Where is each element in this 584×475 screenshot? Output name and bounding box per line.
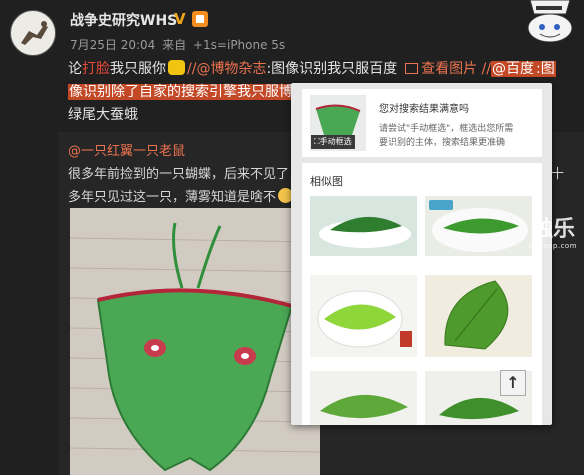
post-time[interactable]: 7月25日 20:04 — [70, 38, 155, 52]
avatar[interactable] — [10, 10, 56, 56]
hint-line-2: 要识别的主体，搜索结果更准确 — [379, 138, 506, 148]
scroll-to-top-button[interactable]: ↑ — [500, 370, 526, 396]
hint-line-1: 请尝试"手动框选"，框选出您所需 — [379, 124, 514, 134]
post-text-line-1: 论打脸我只服你//@博物杂志:图像识别我只服百度 查看图片 //@百度:图 — [68, 58, 556, 78]
view-image-link[interactable]: 查看图片 — [421, 61, 477, 77]
site-watermark: 触乐 chuapp.com — [528, 217, 578, 251]
moth-drawing-image[interactable] — [70, 208, 320, 475]
similar-image[interactable] — [425, 196, 532, 256]
similar-image[interactable] — [425, 275, 532, 357]
similar-image[interactable] — [310, 371, 417, 425]
mention-link-highlighted[interactable]: @百度 — [491, 61, 536, 77]
text-segment: 论 — [68, 61, 82, 77]
verified-icon: V — [174, 10, 186, 28]
text-segment: 十 — [551, 167, 565, 182]
source-prefix: 来自 — [162, 38, 187, 52]
post-text-line-3: 绿尾大蚕蛾 — [68, 107, 138, 123]
similar-image[interactable] — [310, 196, 417, 256]
text-segment: 我只服你 — [110, 61, 166, 77]
similar-image[interactable] — [310, 275, 417, 357]
quoted-text-line-1: 很多年前捡到的一只蝴蝶，后来不见了，大 十 — [68, 163, 564, 182]
quoted-author-link[interactable]: @一只红翼一只老鼠 — [68, 140, 185, 159]
query-thumbnail[interactable]: ⛶手动框选 — [310, 95, 366, 151]
post-source[interactable]: +1s=iPhone 5s — [193, 38, 285, 52]
image-icon — [405, 63, 419, 74]
mention-link[interactable]: @博物杂志 — [196, 61, 266, 77]
quoted-text-line-2: 多年只见过这一只，薄雾知道是啥不 — [68, 186, 311, 205]
similar-images-title: 相似图 — [310, 175, 343, 188]
manual-select-label: 手动框选 — [319, 137, 352, 146]
text-segment: 多年只见过这一只，薄雾知道是啥不 — [68, 190, 277, 205]
highlight-word: 打脸 — [82, 61, 110, 77]
header-cartoon-image — [500, 0, 584, 43]
member-level-icon — [192, 11, 208, 27]
manual-select-button[interactable]: ⛶手动框选 — [311, 135, 355, 149]
repost-separator: // — [481, 61, 492, 77]
text-segment: :图像识别我只服百度 — [266, 61, 398, 77]
selected-text: :图 — [535, 61, 556, 77]
watermark-logo-text: 触乐 — [530, 217, 575, 242]
doge-emoji-icon — [168, 60, 185, 75]
user-name[interactable]: 战争史研究WHS — [70, 10, 177, 30]
arrow-up-icon: ↑ — [506, 373, 520, 392]
satisfaction-card: ⛶手动框选 您对搜索结果满意吗 请尝试"手动框选"，框选出您所需 要识别的主体，… — [302, 89, 542, 157]
watermark-url: chuapp.com — [528, 242, 578, 250]
selected-text: 像识别除了自家的搜索引擎我只服博 — [68, 84, 294, 100]
post-meta: 7月25日 20:04 来自 +1s=iPhone 5s — [70, 36, 288, 53]
satisfaction-question: 您对搜索结果满意吗 — [379, 104, 469, 115]
text-segment: 很多年前捡到的一只蝴蝶，后来不见了，大 — [68, 167, 316, 182]
post-text-line-2: 像识别除了自家的搜索引擎我只服博 — [68, 81, 294, 101]
